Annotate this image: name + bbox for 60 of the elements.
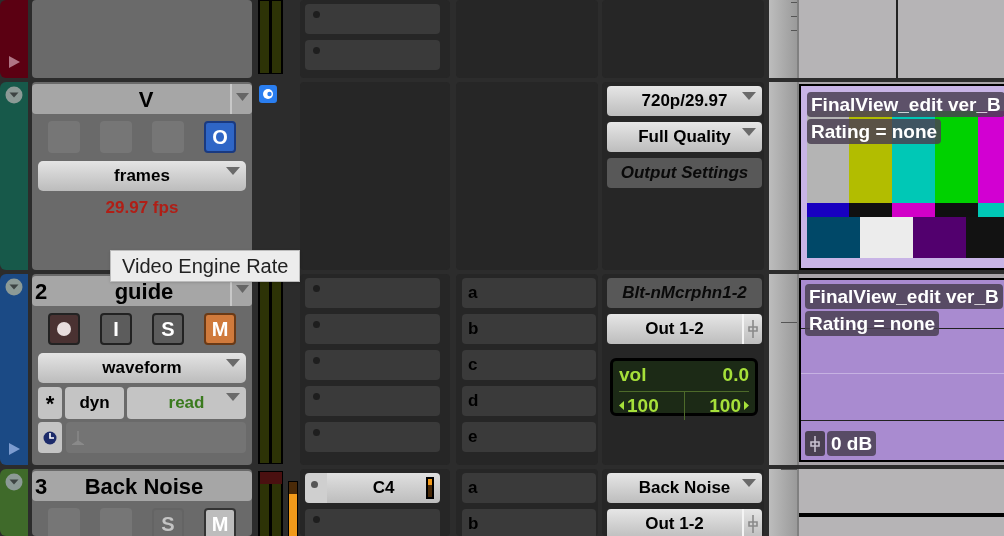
video-clip[interactable]: FinalView_edit ver_B Rating = none (799, 84, 1004, 270)
fader-icon (810, 435, 820, 452)
pan-right-value: 100 (709, 393, 741, 418)
insert-slot[interactable]: C4 (305, 473, 440, 503)
clip-rating: Rating = none (807, 119, 942, 144)
dropdown-arrow-icon (742, 128, 756, 136)
record-button[interactable] (48, 313, 80, 345)
timebase-button[interactable] (38, 422, 62, 453)
pan-field[interactable] (66, 422, 246, 453)
clip-gain-handle[interactable] (805, 431, 825, 456)
pan-left-value: 100 (627, 393, 659, 418)
expand-triangle-icon[interactable] (9, 56, 20, 68)
dropdown-arrow-icon (226, 359, 240, 367)
expand-circle-icon[interactable] (5, 86, 23, 104)
tooltip: Video Engine Rate (110, 250, 301, 282)
io-dropdown[interactable]: 720p/29.97 (607, 86, 762, 116)
dropdown-arrow-icon (742, 479, 756, 487)
frame-rate-label: 29.97 fps (105, 197, 179, 219)
io-dropdown[interactable]: Back Noise (607, 473, 762, 503)
clip-title: FinalView_edit ver_B (807, 92, 1004, 117)
fader-icon (748, 320, 758, 338)
toggle-button[interactable]: I (100, 313, 132, 345)
asterisk-button[interactable]: * (38, 387, 62, 419)
toggle-button[interactable]: S (152, 313, 184, 345)
expand-triangle-icon[interactable] (9, 443, 20, 455)
track-number: 2 (35, 277, 48, 306)
left-arrow-icon (619, 401, 624, 411)
level-meter (258, 471, 284, 536)
clip-title: FinalView_edit ver_B (805, 284, 1003, 309)
dropdown-arrow-icon (742, 92, 756, 100)
view-dropdown[interactable]: waveform (38, 353, 246, 383)
view-dropdown[interactable]: frames (38, 161, 246, 191)
track-number: 3 (35, 472, 48, 501)
audio-clip[interactable]: FinalView_edit ver_B Rating = none 0 dB (799, 278, 1004, 462)
toggle-button[interactable]: O (204, 121, 236, 153)
volume-label: vol (619, 363, 647, 387)
track-name: Back Noise (83, 472, 204, 501)
output-dropdown[interactable]: Out 1-2 (607, 509, 762, 536)
clock-icon (43, 430, 57, 445)
dropdown-arrow-icon (226, 393, 240, 401)
track-name-field[interactable]: V (32, 84, 252, 114)
track-name: V (137, 85, 154, 114)
clip-rating: Rating = none (805, 311, 940, 336)
clip-gain: 0 dB (827, 431, 877, 456)
fader-icon (748, 515, 758, 533)
dropdown-arrow-icon (236, 93, 249, 101)
expand-circle-icon[interactable] (5, 278, 23, 296)
output-dropdown[interactable]: Out 1-2 (607, 314, 762, 344)
right-arrow-icon (744, 401, 749, 411)
video-icon (259, 85, 277, 103)
io-dropdown[interactable]: Full Quality (607, 122, 762, 152)
dropdown-arrow-icon (236, 285, 249, 293)
name-menu-button[interactable] (230, 84, 252, 114)
ruler-strip (769, 469, 799, 536)
dyn-button[interactable]: dyn (65, 387, 124, 419)
dropdown-arrow-icon (226, 167, 240, 175)
expand-circle-icon[interactable] (5, 473, 23, 491)
record-icon (57, 322, 71, 336)
volume-value: 0.0 (722, 363, 749, 387)
track-name-field[interactable]: 3 Back Noise (32, 471, 252, 501)
